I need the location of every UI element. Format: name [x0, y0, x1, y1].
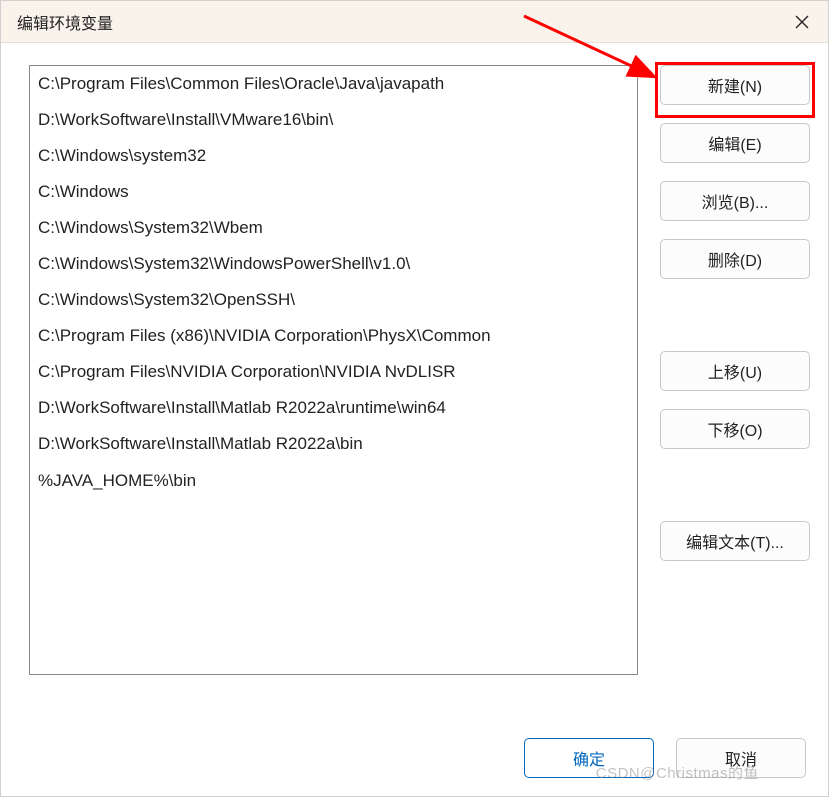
list-item[interactable]: C:\Program Files (x86)\NVIDIA Corporatio… — [30, 318, 637, 354]
move-up-button[interactable]: 上移(U) — [660, 351, 810, 391]
list-item[interactable]: C:\Windows\System32\Wbem — [30, 210, 637, 246]
main-row: C:\Program Files\Common Files\Oracle\Jav… — [29, 65, 810, 716]
list-item[interactable]: C:\Program Files\Common Files\Oracle\Jav… — [30, 66, 637, 102]
browse-button[interactable]: 浏览(B)... — [660, 181, 810, 221]
dialog-window: 编辑环境变量 C:\Program Files\Common Files\Ora… — [0, 0, 829, 797]
list-item[interactable]: C:\Windows — [30, 174, 637, 210]
move-down-button[interactable]: 下移(O) — [660, 409, 810, 449]
spacer — [660, 297, 810, 333]
cancel-button[interactable]: 取消 — [676, 738, 806, 778]
side-button-column: 新建(N) 编辑(E) 浏览(B)... 删除(D) 上移(U) 下移(O) 编… — [660, 65, 810, 716]
ok-button[interactable]: 确定 — [524, 738, 654, 778]
close-icon[interactable] — [792, 12, 812, 32]
dialog-content: C:\Program Files\Common Files\Oracle\Jav… — [1, 43, 828, 796]
spacer — [660, 467, 810, 503]
bottom-button-row: 确定 取消 — [29, 716, 810, 778]
titlebar: 编辑环境变量 — [1, 1, 828, 43]
list-item[interactable]: C:\Windows\System32\WindowsPowerShell\v1… — [30, 246, 637, 282]
list-item[interactable]: D:\WorkSoftware\Install\VMware16\bin\ — [30, 102, 637, 138]
edit-button[interactable]: 编辑(E) — [660, 123, 810, 163]
list-item[interactable]: D:\WorkSoftware\Install\Matlab R2022a\bi… — [30, 426, 637, 462]
delete-button[interactable]: 删除(D) — [660, 239, 810, 279]
window-title: 编辑环境变量 — [17, 10, 113, 34]
path-listbox[interactable]: C:\Program Files\Common Files\Oracle\Jav… — [29, 65, 638, 675]
list-item[interactable]: C:\Program Files\NVIDIA Corporation\NVID… — [30, 354, 637, 390]
list-item[interactable]: C:\Windows\System32\OpenSSH\ — [30, 282, 637, 318]
list-item[interactable]: D:\WorkSoftware\Install\Matlab R2022a\ru… — [30, 390, 637, 426]
new-button[interactable]: 新建(N) — [660, 65, 810, 105]
list-item[interactable]: C:\Windows\system32 — [30, 138, 637, 174]
list-item[interactable]: %JAVA_HOME%\bin — [30, 463, 637, 499]
edit-text-button[interactable]: 编辑文本(T)... — [660, 521, 810, 561]
